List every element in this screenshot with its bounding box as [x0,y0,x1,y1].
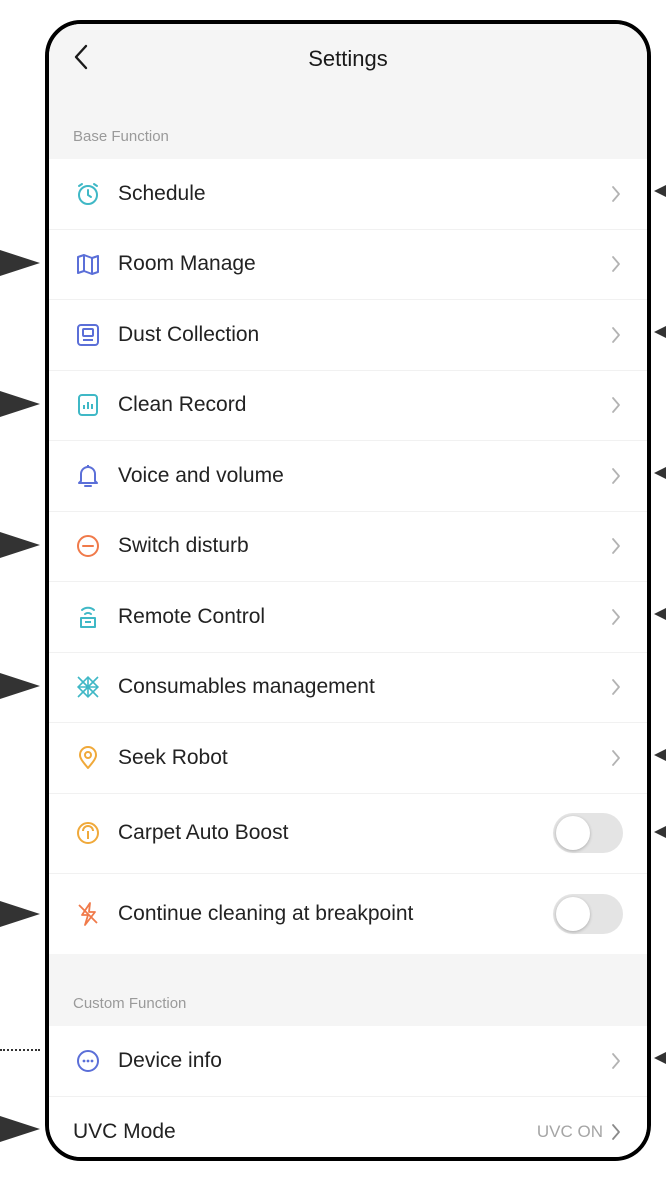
list-item-continue-cleaning: Continue cleaning at breakpoint [49,874,647,954]
list-item-clean-record[interactable]: Clean Record [49,371,647,441]
list-item-label: Continue cleaning at breakpoint [118,901,414,925]
list-item-dust-collection[interactable]: Dust Collection [49,300,647,371]
list-item-uvc-mode[interactable]: UVC Mode UVC ON [49,1097,647,1158]
uvc-mode-value: UVC ON [536,1121,603,1141]
annotation-arrow [0,673,40,699]
chevron-right-icon [609,253,623,275]
annotation-arrow [0,1116,40,1142]
chevron-right-icon [609,606,623,628]
annotation-arrow [0,532,40,558]
annotation-arrow [0,901,40,927]
list-item-label: Remote Control [118,604,266,628]
annotation-arrowhead [654,826,666,838]
list-item-label: UVC Mode [73,1119,176,1143]
chevron-right-icon [609,324,623,346]
base-function-list: Schedule Room Manage Dust Collection Cle… [49,159,647,954]
chevron-right-icon [609,747,623,769]
list-item-label: Consumables management [118,675,375,699]
chevron-right-icon [609,535,623,557]
chevron-right-icon [609,676,623,698]
list-item-schedule[interactable]: Schedule [49,159,647,230]
list-item-label: Switch disturb [118,534,249,558]
section-label-base: Base Function [73,128,169,145]
section-label-custom: Custom Function [73,995,187,1012]
annotation-dotted-line [0,1049,40,1051]
list-item-remote-control[interactable]: Remote Control [49,582,647,653]
continue-cleaning-toggle[interactable] [553,893,623,934]
list-item-room-manage[interactable]: Room Manage [49,230,647,300]
chevron-right-icon [609,1050,623,1072]
list-item-label: Clean Record [118,393,247,417]
breakpoint-icon [74,900,102,928]
list-item-voice-volume[interactable]: Voice and volume [49,441,647,512]
carpet-boost-icon [74,819,102,847]
annotation-arrowhead [654,1052,666,1064]
list-item-label: Seek Robot [118,745,228,769]
list-item-switch-disturb[interactable]: Switch disturb [49,512,647,582]
custom-function-list: Device info UVC Mode UVC ON [49,1026,647,1158]
annotation-arrowhead [654,326,666,338]
more-dots-icon [74,1047,102,1075]
chevron-right-icon [609,465,623,487]
phone-frame: Settings Base Function Schedule Room Man… [45,20,651,1161]
settings-screen: Settings Base Function Schedule Room Man… [49,24,647,1157]
list-item-label: Room Manage [118,252,256,276]
bell-icon [74,462,102,490]
dust-station-icon [74,321,102,349]
remote-control-icon [74,603,102,631]
chevron-right-icon [609,394,623,416]
toggle-knob [556,816,590,850]
list-item-label: Voice and volume [118,463,284,487]
page-title: Settings [308,46,388,71]
chevron-right-icon [609,183,623,205]
annotated-screenshot: Settings Base Function Schedule Room Man… [0,0,666,1181]
list-item-carpet-auto-boost: Carpet Auto Boost [49,794,647,874]
record-chart-icon [74,391,102,419]
consumables-icon [74,673,102,701]
list-item-seek-robot[interactable]: Seek Robot [49,723,647,794]
list-item-device-info[interactable]: Device info [49,1026,647,1097]
annotation-arrowhead [654,185,666,197]
list-item-label: Device info [118,1048,222,1072]
list-item-label: Schedule [118,181,206,205]
annotation-arrowhead [654,467,666,479]
list-item-label: Dust Collection [118,322,260,346]
map-icon [74,250,102,278]
do-not-disturb-icon [74,532,102,560]
list-item-consumables[interactable]: Consumables management [49,653,647,723]
header-bar: Settings [49,24,647,92]
alarm-clock-icon [74,180,102,208]
annotation-arrow [0,391,40,417]
annotation-arrowhead [654,608,666,620]
chevron-right-icon [609,1121,623,1143]
annotation-arrowhead [654,749,666,761]
location-pin-icon [74,744,102,772]
list-item-label: Carpet Auto Boost [118,821,289,844]
toggle-knob [556,896,590,931]
annotation-arrow [0,250,40,276]
carpet-auto-boost-toggle[interactable] [553,813,623,853]
